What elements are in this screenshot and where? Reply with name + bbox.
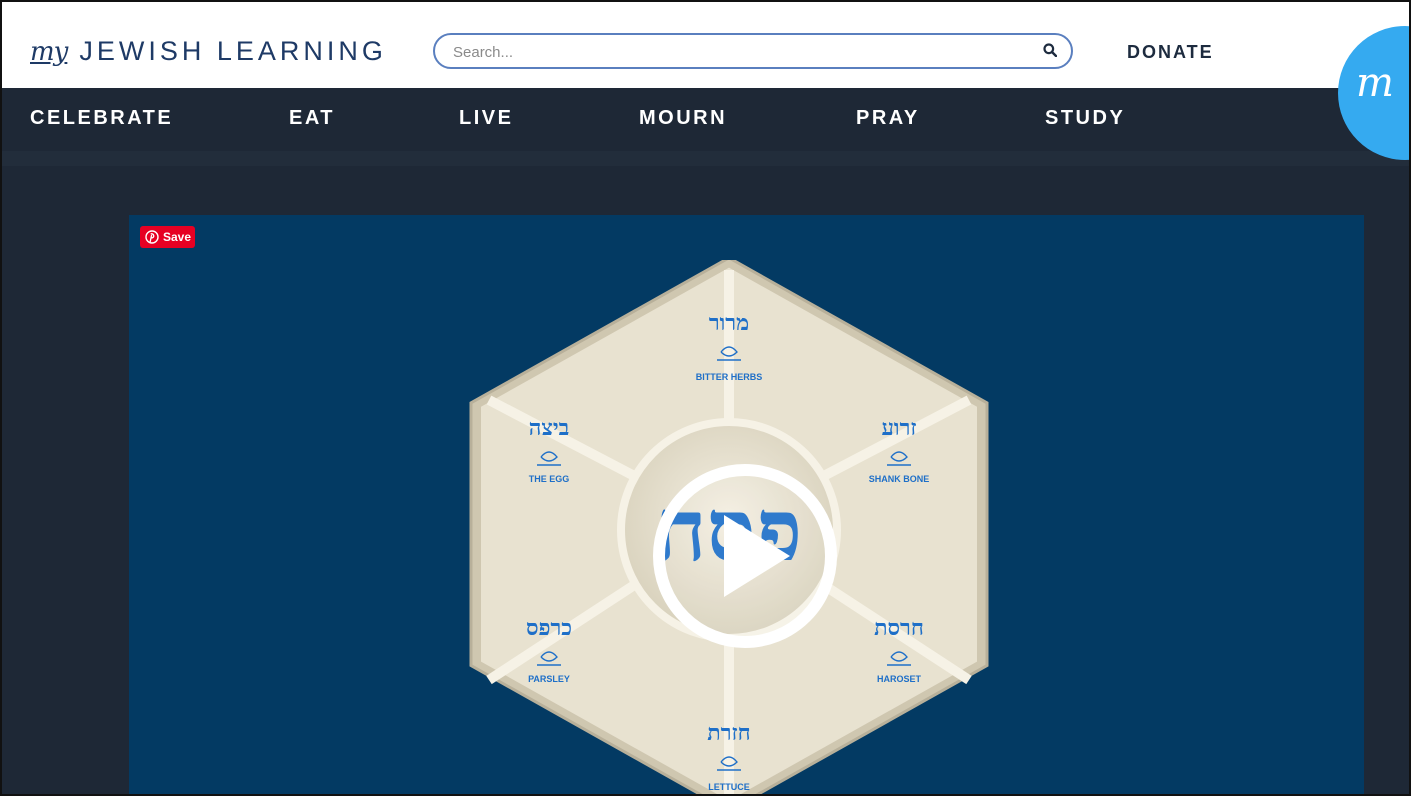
section-hebrew-2: זרוע: [881, 415, 916, 441]
nav-item-study[interactable]: STUDY: [1045, 107, 1125, 130]
nav-item-mourn[interactable]: MOURN: [639, 107, 727, 130]
main-nav: CELEBRATE EAT LIVE MOURN PRAY STUDY: [0, 88, 1411, 151]
section-english-2: SHANK BONE: [869, 474, 930, 484]
nav-shadow-strip: [0, 151, 1411, 166]
section-english-3: HAROSET: [877, 674, 922, 684]
search-icon[interactable]: [1043, 43, 1057, 57]
section-english-5: PARSLEY: [528, 674, 570, 684]
nav-item-live[interactable]: LIVE: [459, 107, 513, 130]
section-english-1: BITTER HERBS: [696, 372, 763, 382]
logo-name: JEWISH LEARNING: [79, 36, 387, 66]
section-hebrew-4: חזרת: [707, 720, 750, 746]
nav-item-eat[interactable]: EAT: [289, 107, 335, 130]
save-label: Save: [163, 230, 192, 244]
play-button[interactable]: [652, 463, 838, 649]
video-player[interactable]: Save מרור זרוע חרסת חזרת כרפס ביצה BITTE…: [129, 215, 1364, 796]
section-hebrew-1: מרור: [709, 310, 749, 336]
section-hebrew-6: ביצה: [529, 415, 570, 441]
pinterest-icon: [145, 230, 159, 244]
pinterest-save-button[interactable]: Save: [140, 226, 195, 248]
nav-item-pray[interactable]: PRAY: [856, 107, 920, 130]
site-header: my JEWISH LEARNING DONATE: [0, 0, 1411, 88]
logo-my: my: [30, 37, 68, 67]
nav-item-celebrate[interactable]: CELEBRATE: [30, 107, 173, 130]
section-hebrew-3: חרסת: [874, 615, 924, 641]
section-english-4: LETTUCE: [708, 782, 750, 792]
section-english-6: THE EGG: [529, 474, 570, 484]
section-hebrew-5: כרפס: [526, 615, 572, 641]
site-logo[interactable]: my JEWISH LEARNING: [30, 36, 387, 67]
donate-link[interactable]: DONATE: [1127, 42, 1214, 63]
search-input[interactable]: [451, 41, 1015, 63]
badge-letter: m: [1356, 60, 1394, 106]
search-box: [433, 33, 1073, 69]
